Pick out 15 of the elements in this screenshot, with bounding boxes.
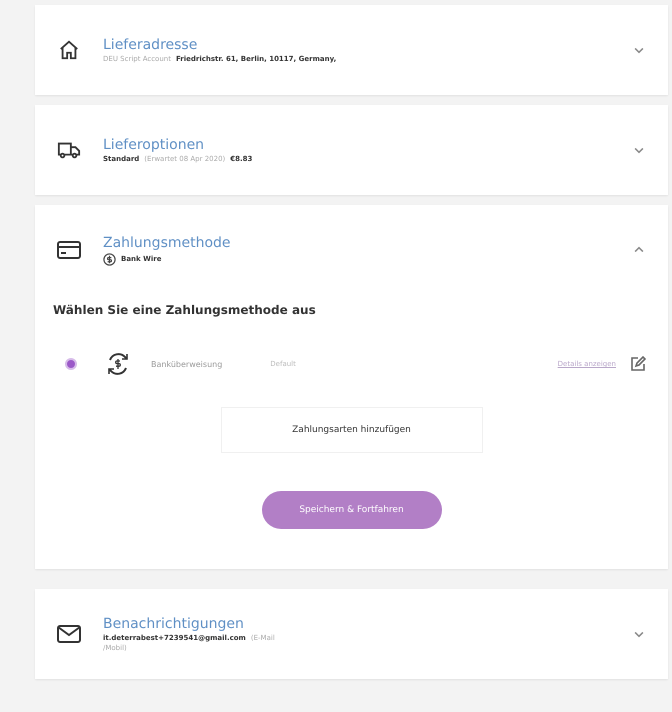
- dollar-icon: [103, 252, 116, 266]
- method-name: Banküberweisung: [151, 360, 222, 368]
- section-title[interactable]: Benachrichtigungen: [103, 616, 612, 632]
- credit-card-icon: [57, 241, 81, 259]
- add-payment-button[interactable]: Zahlungsarten hinzufügen: [220, 407, 482, 453]
- section-title[interactable]: Zahlungsmethode: [103, 234, 612, 250]
- section-title[interactable]: Lieferoptionen: [103, 137, 612, 153]
- section-title[interactable]: Lieferadresse: [103, 37, 612, 53]
- truck-icon: [57, 140, 81, 160]
- house-icon: [58, 39, 80, 61]
- radio-button[interactable]: [65, 358, 77, 370]
- money-transfer-icon: [105, 351, 131, 377]
- section-heading: Wählen Sie eine Zahlungsmethode aus: [53, 303, 316, 317]
- envelope-icon: [57, 625, 81, 643]
- edit-icon[interactable]: [630, 356, 646, 372]
